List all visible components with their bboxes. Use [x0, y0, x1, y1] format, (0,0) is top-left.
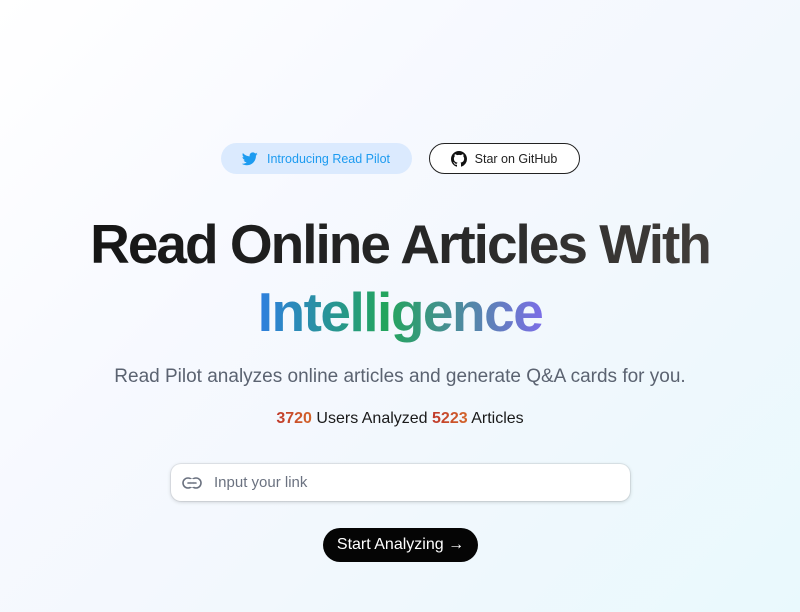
github-star-label: Star on GitHub	[474, 151, 558, 166]
twitter-icon	[242, 151, 258, 166]
users-count: 3720	[276, 410, 312, 427]
link-icon	[182, 476, 202, 489]
articles-label: Articles	[471, 410, 524, 427]
link-input[interactable]	[212, 473, 616, 492]
start-analyzing-button[interactable]: Start Analyzing →	[323, 528, 478, 562]
landing-page: Introducing Read Pilot Star on GitHub Re…	[0, 0, 800, 612]
introducing-badge[interactable]: Introducing Read Pilot	[220, 143, 412, 174]
hero-title: Read Online Articles With	[0, 212, 800, 276]
hero-subtitle: Read Pilot analyzes online articles and …	[114, 366, 686, 387]
link-input-container	[171, 464, 630, 501]
github-icon	[450, 150, 467, 167]
articles-count: 5223	[432, 410, 468, 427]
introducing-badge-label: Introducing Read Pilot	[267, 151, 390, 166]
usage-stats: 3720 Users Analyzed 5223 Articles	[0, 410, 800, 428]
github-star-button[interactable]: Star on GitHub	[428, 143, 580, 174]
hero-title-accent-text: Intelligence	[257, 281, 544, 343]
hero-title-accent: Intelligence	[0, 277, 800, 347]
users-label: Users Analyzed	[316, 410, 428, 427]
badge-row: Introducing Read Pilot Star on GitHub	[0, 143, 800, 174]
